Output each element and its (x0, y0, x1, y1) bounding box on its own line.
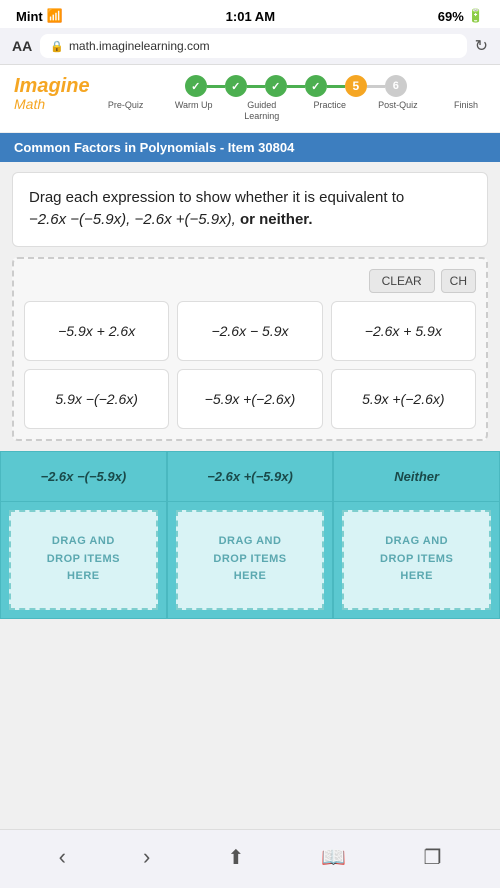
drop-zone-3-header: Neither (334, 452, 499, 502)
connector-2-3 (247, 85, 265, 88)
drag-area: CLEAR CH −5.9x + 2.6x −2.6x − 5.9x −2.6x… (12, 257, 488, 441)
status-time: 1:01 AM (226, 9, 275, 24)
step-label-1: Pre-Quiz (106, 100, 146, 111)
instruction-or-neither: or neither. (240, 211, 313, 228)
step-3: ✓ (265, 75, 287, 97)
drop-zone-1-hint: DRAG ANDDROP ITEMSHERE (39, 525, 128, 594)
step-1: ✓ (185, 75, 207, 97)
connector-4-5 (327, 85, 345, 88)
section-title-text: Common Factors in Polynomials - Item 308… (14, 140, 294, 155)
expr-card-6[interactable]: 5.9x +(−2.6x) (331, 369, 476, 429)
step-circle-1: ✓ (185, 75, 207, 97)
step-circle-6: 6 (385, 75, 407, 97)
step-label-6: Finish (446, 100, 486, 111)
drop-zone-1[interactable]: −2.6x −(−5.9x) DRAG ANDDROP ITEMSHERE (0, 451, 167, 619)
step-label-5: Post-Quiz (378, 100, 418, 111)
step-labels: Pre-Quiz Warm Up Guided Learning Practic… (106, 100, 486, 122)
lock-icon: 🔒 (50, 40, 64, 53)
book-icon: 📖 (321, 847, 346, 869)
instruction-expr1: −2.6x −(−5.9x), (29, 211, 130, 228)
drop-zone-3-hint: DRAG ANDDROP ITEMSHERE (372, 525, 461, 594)
browser-bar: AA 🔒 math.imaginelearning.com ↻ (0, 28, 500, 65)
status-battery: 69% 🔋 (438, 8, 484, 24)
url-text: math.imaginelearning.com (69, 39, 210, 53)
wifi-icon: 📶 (47, 8, 63, 24)
nav-copy-button[interactable]: ❐ (413, 840, 451, 874)
drop-zone-2[interactable]: −2.6x +(−5.9x) DRAG ANDDROP ITEMSHERE (167, 451, 334, 619)
nav-book-button[interactable]: 📖 (311, 840, 356, 874)
battery-text: 69% (438, 9, 464, 24)
drop-zone-1-body[interactable]: DRAG ANDDROP ITEMSHERE (9, 510, 158, 610)
clear-button[interactable]: CLEAR (369, 269, 435, 293)
step-6: 6 (385, 75, 407, 97)
expr-text-6: 5.9x +(−2.6x) (362, 391, 445, 407)
instruction-expr2: −2.6x +(−5.9x), (134, 211, 235, 228)
step-label-3: Guided Learning (242, 100, 282, 122)
step-circle-2: ✓ (225, 75, 247, 97)
connector-3-4 (287, 85, 305, 88)
step-circle-4: ✓ (305, 75, 327, 97)
drop-zones: −2.6x −(−5.9x) DRAG ANDDROP ITEMSHERE −2… (0, 451, 500, 619)
bottom-nav: ‹ › ⬆ 📖 ❐ (0, 829, 500, 888)
drop-zone-1-header: −2.6x −(−5.9x) (1, 452, 166, 502)
expr-text-3: −2.6x + 5.9x (365, 323, 442, 339)
drop-zone-2-hint: DRAG ANDDROP ITEMSHERE (205, 525, 294, 594)
status-carrier: Mint 📶 (16, 8, 63, 24)
expr-text-1: −5.9x + 2.6x (58, 323, 135, 339)
step-label-4: Practice (310, 100, 350, 111)
status-bar: Mint 📶 1:01 AM 69% 🔋 (0, 0, 500, 28)
drop-zone-2-header: −2.6x +(−5.9x) (168, 452, 333, 502)
carrier-text: Mint (16, 9, 43, 24)
expr-text-4: 5.9x −(−2.6x) (55, 391, 138, 407)
button-row: CLEAR CH (24, 269, 476, 293)
connector-5-6 (367, 85, 385, 88)
expr-card-5[interactable]: −5.9x +(−2.6x) (177, 369, 322, 429)
step-circle-3: ✓ (265, 75, 287, 97)
expressions-grid: −5.9x + 2.6x −2.6x − 5.9x −2.6x + 5.9x 5… (24, 301, 476, 429)
drop-zone-1-label: −2.6x −(−5.9x) (40, 469, 126, 484)
expr-card-4[interactable]: 5.9x −(−2.6x) (24, 369, 169, 429)
nav-share-button[interactable]: ⬆ (218, 840, 255, 874)
steps-row: ✓ ✓ ✓ ✓ 5 6 (185, 75, 407, 97)
step-circle-5: 5 (345, 75, 367, 97)
step-5: 5 (345, 75, 367, 97)
drop-zone-2-body[interactable]: DRAG ANDDROP ITEMSHERE (176, 510, 325, 610)
expr-text-5: −5.9x +(−2.6x) (205, 391, 296, 407)
drop-zone-3-label: Neither (394, 469, 439, 484)
step-2: ✓ (225, 75, 247, 97)
copy-icon: ❐ (423, 847, 441, 869)
step-4: ✓ (305, 75, 327, 97)
instruction-box: Drag each expression to show whether it … (12, 172, 488, 247)
step-label-2: Warm Up (174, 100, 214, 111)
app-header: Imagine Math ✓ ✓ ✓ ✓ (0, 65, 500, 133)
instruction-main: Drag each expression to show whether it … (29, 189, 404, 206)
url-bar[interactable]: 🔒 math.imaginelearning.com (40, 34, 466, 58)
section-title-bar: Common Factors in Polynomials - Item 308… (0, 133, 500, 162)
brand-logo: Imagine Math (14, 75, 90, 112)
expr-card-3[interactable]: −2.6x + 5.9x (331, 301, 476, 361)
connector-1-2 (207, 85, 225, 88)
share-icon: ⬆ (228, 847, 245, 869)
brand-math: Math (14, 97, 90, 112)
drop-zone-3[interactable]: Neither DRAG ANDDROP ITEMSHERE (333, 451, 500, 619)
drop-zone-3-body[interactable]: DRAG ANDDROP ITEMSHERE (342, 510, 491, 610)
refresh-icon[interactable]: ↻ (475, 36, 488, 56)
brand-imagine: Imagine (14, 75, 90, 97)
nav-forward-button[interactable]: › (133, 840, 160, 874)
expr-card-2[interactable]: −2.6x − 5.9x (177, 301, 322, 361)
ch-button[interactable]: CH (441, 269, 476, 293)
progress-section: ✓ ✓ ✓ ✓ 5 6 (106, 75, 486, 122)
nav-back-button[interactable]: ‹ (49, 840, 76, 874)
browser-aa[interactable]: AA (12, 38, 32, 54)
drop-zone-2-label: −2.6x +(−5.9x) (207, 469, 293, 484)
expr-text-2: −2.6x − 5.9x (211, 323, 288, 339)
expr-card-1[interactable]: −5.9x + 2.6x (24, 301, 169, 361)
battery-icon: 🔋 (468, 8, 484, 24)
